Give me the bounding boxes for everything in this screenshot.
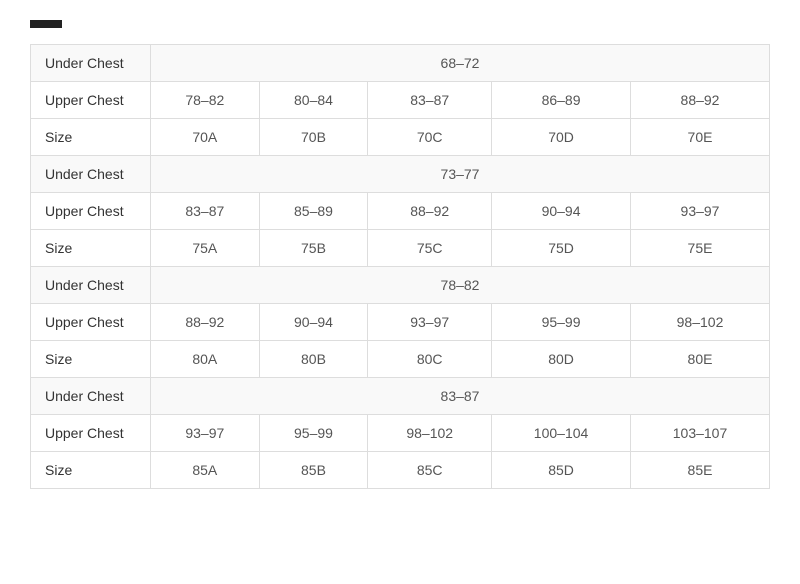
size-value: 80A <box>151 341 260 378</box>
page-header <box>30 20 770 28</box>
size-value: 85D <box>492 452 631 489</box>
upper-chest-value: 95–99 <box>259 415 368 452</box>
size-label-cell: Size <box>31 119 151 156</box>
upper-chest-label: Upper Chest <box>31 304 151 341</box>
upper-chest-value: 88–92 <box>631 82 770 119</box>
under-chest-value: 83–87 <box>151 378 770 415</box>
upper-chest-label: Upper Chest <box>31 193 151 230</box>
under-chest-label: Under Chest <box>31 267 151 304</box>
upper-chest-value: 103–107 <box>631 415 770 452</box>
size-value: 70B <box>259 119 368 156</box>
size-value: 75A <box>151 230 260 267</box>
size-value: 75C <box>368 230 492 267</box>
upper-chest-label: Upper Chest <box>31 82 151 119</box>
size-value: 70E <box>631 119 770 156</box>
upper-chest-value: 83–87 <box>151 193 260 230</box>
size-label-cell: Size <box>31 230 151 267</box>
size-value: 80E <box>631 341 770 378</box>
upper-chest-value: 100–104 <box>492 415 631 452</box>
upper-chest-value: 85–89 <box>259 193 368 230</box>
under-chest-label: Under Chest <box>31 378 151 415</box>
size-label-cell: Size <box>31 341 151 378</box>
size-value: 75E <box>631 230 770 267</box>
size-title <box>30 20 62 28</box>
upper-chest-value: 83–87 <box>368 82 492 119</box>
size-value: 85B <box>259 452 368 489</box>
upper-chest-value: 98–102 <box>631 304 770 341</box>
upper-chest-value: 95–99 <box>492 304 631 341</box>
size-chart-table: Under Chest68–72Upper Chest78–8280–8483–… <box>30 44 770 489</box>
upper-chest-value: 78–82 <box>151 82 260 119</box>
size-value: 85A <box>151 452 260 489</box>
under-chest-label: Under Chest <box>31 156 151 193</box>
upper-chest-value: 93–97 <box>368 304 492 341</box>
upper-chest-value: 90–94 <box>492 193 631 230</box>
upper-chest-value: 88–92 <box>151 304 260 341</box>
size-value: 70C <box>368 119 492 156</box>
size-value: 80C <box>368 341 492 378</box>
under-chest-label: Under Chest <box>31 45 151 82</box>
under-chest-value: 78–82 <box>151 267 770 304</box>
under-chest-value: 68–72 <box>151 45 770 82</box>
upper-chest-label: Upper Chest <box>31 415 151 452</box>
under-chest-value: 73–77 <box>151 156 770 193</box>
size-label-cell: Size <box>31 452 151 489</box>
size-value: 85C <box>368 452 492 489</box>
upper-chest-value: 86–89 <box>492 82 631 119</box>
size-value: 80D <box>492 341 631 378</box>
size-value: 70D <box>492 119 631 156</box>
upper-chest-value: 93–97 <box>151 415 260 452</box>
upper-chest-value: 98–102 <box>368 415 492 452</box>
size-value: 85E <box>631 452 770 489</box>
size-value: 75D <box>492 230 631 267</box>
upper-chest-value: 80–84 <box>259 82 368 119</box>
size-value: 80B <box>259 341 368 378</box>
size-value: 70A <box>151 119 260 156</box>
upper-chest-value: 93–97 <box>631 193 770 230</box>
size-value: 75B <box>259 230 368 267</box>
upper-chest-value: 88–92 <box>368 193 492 230</box>
upper-chest-value: 90–94 <box>259 304 368 341</box>
